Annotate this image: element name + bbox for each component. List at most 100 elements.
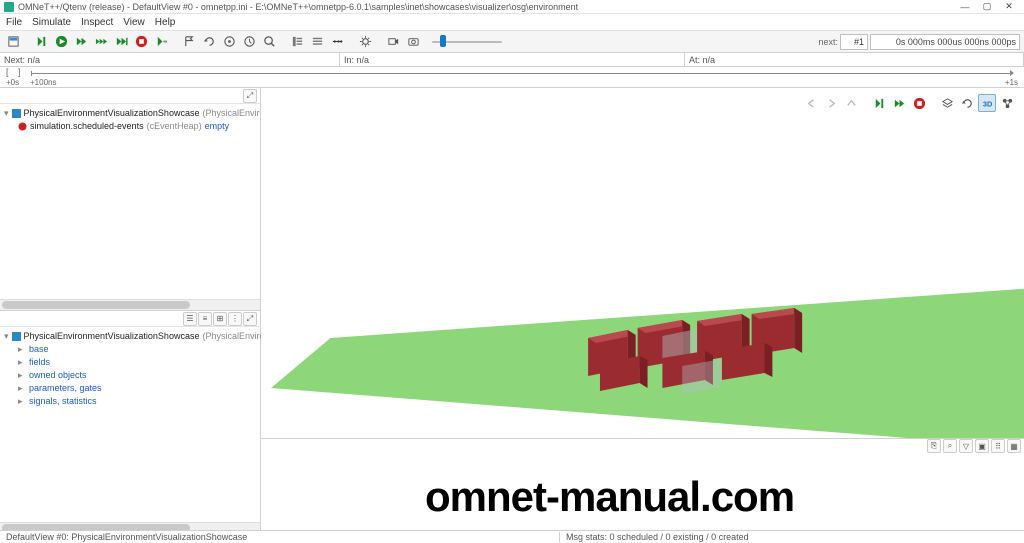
at-time-cell: At: n/a: [685, 53, 1024, 66]
debug-next-button[interactable]: [152, 33, 170, 51]
run-button[interactable]: [52, 33, 70, 51]
stop-button[interactable]: [132, 33, 150, 51]
network-view-button[interactable]: [998, 94, 1016, 112]
inspector-tree[interactable]: ▾ PhysicalEnvironmentVisualizationShowca…: [0, 327, 260, 411]
tree-root-type: (PhysicalEnvironmentVisualizat: [202, 107, 260, 120]
animation-speed-slider[interactable]: [432, 33, 502, 51]
object-tree[interactable]: ▾ PhysicalEnvironmentVisualizationShowca…: [0, 104, 260, 136]
inspector-root-label[interactable]: PhysicalEnvironmentVisualizationShowcase: [24, 330, 200, 343]
event-log-button[interactable]: [220, 33, 238, 51]
inspector-expand-button[interactable]: ⤢: [243, 312, 257, 326]
canvas-stop-button[interactable]: [910, 94, 928, 112]
flag-button[interactable]: [180, 33, 198, 51]
flat-view-button[interactable]: [308, 33, 326, 51]
run-until-button[interactable]: [112, 33, 130, 51]
canvas-run-button[interactable]: [870, 94, 888, 112]
log-save-button[interactable]: ▣: [975, 439, 989, 453]
menu-simulate[interactable]: Simulate: [32, 17, 71, 28]
chevron-right-icon[interactable]: ▸: [18, 395, 26, 408]
inspector-root: ▾ PhysicalEnvironmentVisualizationShowca…: [4, 330, 256, 343]
svg-text:3D: 3D: [982, 99, 992, 108]
inspector-panel: ☰ ≡ ⊞ ⋮ ⤢ ▾ PhysicalEnvironmentVisualiza…: [0, 310, 260, 533]
inspector-mode-4-button[interactable]: ⋮: [228, 312, 242, 326]
timeline-bracket-right: ]: [18, 67, 21, 77]
in-module-cell: In: n/a: [340, 53, 685, 66]
tree-child-state: empty: [205, 120, 230, 133]
log-copy-button[interactable]: ⎘: [927, 439, 941, 453]
timeline-bracket-left: [: [6, 67, 9, 77]
tree-child-type: (cEventHeap): [147, 120, 202, 133]
panel-expand-button[interactable]: ⤢: [243, 89, 257, 103]
maximize-button[interactable]: ▢: [976, 1, 998, 13]
tree-root-label[interactable]: PhysicalEnvironmentVisualizationShowcase: [24, 107, 200, 120]
main-content: ⤢ ▾ PhysicalEnvironmentVisualizationShow…: [0, 88, 1024, 533]
tree-child-label[interactable]: simulation.scheduled-events: [30, 120, 144, 133]
next-event-field[interactable]: #1: [840, 34, 868, 50]
timeline-widget[interactable]: [ ] +0s +100ns +1s: [0, 67, 1024, 88]
event-heap-icon: [18, 122, 27, 131]
inspector-item: ▸owned objects: [4, 369, 256, 382]
chevron-right-icon[interactable]: ▸: [18, 343, 26, 356]
nav-back-button[interactable]: [802, 94, 820, 112]
log-filter-button[interactable]: ▽: [959, 439, 973, 453]
menu-file[interactable]: File: [6, 17, 22, 28]
tree-row-events: simulation.scheduled-events (cEventHeap)…: [4, 120, 256, 133]
preferences-button[interactable]: [356, 33, 374, 51]
nav-forward-button[interactable]: [822, 94, 840, 112]
chevron-down-icon[interactable]: ▾: [4, 107, 9, 120]
inspector-item: ▸base: [4, 343, 256, 356]
app-icon: [4, 2, 14, 12]
timeline-zero-label: +0s: [6, 78, 19, 87]
window-titlebar: OMNeT++/Qtenv (release) - DefaultView #0…: [0, 0, 1024, 14]
horizontal-scrollbar[interactable]: [0, 299, 260, 310]
status-left: DefaultView #0: PhysicalEnvironmentVisua…: [0, 532, 560, 542]
object-tree-panel: ⤢ ▾ PhysicalEnvironmentVisualizationShow…: [0, 88, 260, 310]
inspector-item: ▸fields: [4, 356, 256, 369]
module-icon: [12, 109, 21, 118]
chevron-right-icon[interactable]: ▸: [18, 356, 26, 369]
log-expand-button[interactable]: ▦: [1007, 439, 1021, 453]
find-button[interactable]: [260, 33, 278, 51]
menu-help[interactable]: Help: [155, 17, 176, 28]
module-icon: [12, 332, 21, 341]
close-button[interactable]: ✕: [998, 1, 1020, 13]
menu-view[interactable]: View: [123, 17, 145, 28]
timeline-toggle-button[interactable]: [328, 33, 346, 51]
step-button[interactable]: [32, 33, 50, 51]
new-run-button[interactable]: [4, 33, 22, 51]
rebuild-button[interactable]: [200, 33, 218, 51]
status-right: Msg stats: 0 scheduled / 0 existing / 0 …: [560, 532, 755, 542]
express-run-button[interactable]: [92, 33, 110, 51]
minimize-button[interactable]: —: [954, 1, 976, 13]
nav-up-button[interactable]: [842, 94, 860, 112]
next-event-cell: Next: n/a: [0, 53, 340, 66]
main-toolbar: next: #1 0s 000ms 000us 000ns 000ps: [0, 30, 1024, 53]
chevron-right-icon[interactable]: ▸: [18, 369, 26, 382]
inspector-item: ▸parameters, gates: [4, 382, 256, 395]
layers-button[interactable]: [938, 94, 956, 112]
inspector-mode-3-button[interactable]: ⊞: [213, 312, 227, 326]
time-button[interactable]: [240, 33, 258, 51]
log-find-button[interactable]: ⌕: [943, 439, 957, 453]
tree-view-button[interactable]: [288, 33, 306, 51]
3d-view-button[interactable]: 3D: [978, 94, 996, 112]
video-record-button[interactable]: [384, 33, 402, 51]
fast-run-button[interactable]: [72, 33, 90, 51]
menubar: File Simulate Inspect View Help: [0, 14, 1024, 30]
right-column: 3D: [261, 88, 1024, 533]
3d-canvas-pane[interactable]: 3D: [261, 88, 1024, 438]
chevron-down-icon[interactable]: ▾: [4, 330, 9, 343]
screenshot-button[interactable]: [404, 33, 422, 51]
chevron-right-icon[interactable]: ▸: [18, 382, 26, 395]
left-column: ⤢ ▾ PhysicalEnvironmentVisualizationShow…: [0, 88, 261, 533]
menu-inspect[interactable]: Inspect: [81, 17, 113, 28]
log-mode-button[interactable]: ⠿: [991, 439, 1005, 453]
canvas-fast-run-button[interactable]: [890, 94, 908, 112]
canvas-toolbar: 3D: [800, 92, 1018, 114]
3d-scene: [271, 208, 1024, 438]
refresh-button[interactable]: [958, 94, 976, 112]
inspector-mode-1-button[interactable]: ☰: [183, 312, 197, 326]
timeline-end-label: +1s: [1005, 78, 1018, 87]
inspector-mode-2-button[interactable]: ≡: [198, 312, 212, 326]
event-status-bar: Next: n/a In: n/a At: n/a: [0, 53, 1024, 67]
